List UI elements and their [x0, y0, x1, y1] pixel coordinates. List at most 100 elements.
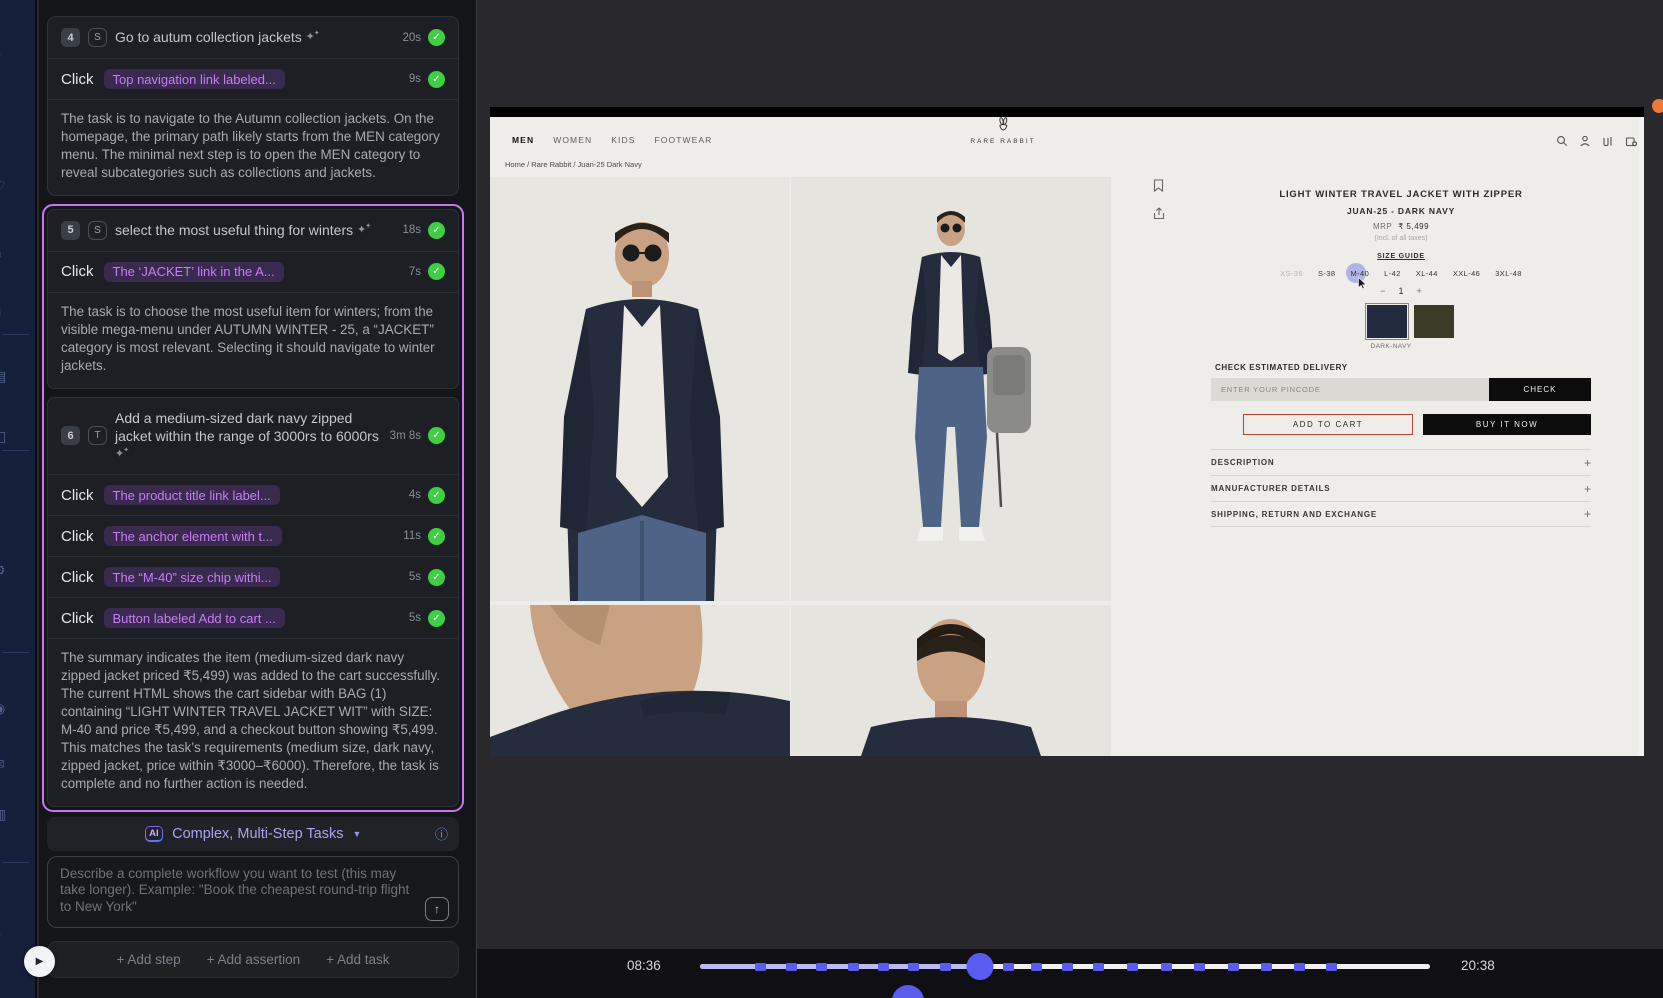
- timeline-event-marker[interactable]: [940, 963, 951, 971]
- action-duration: 4s: [409, 489, 421, 501]
- success-check-icon: ✓: [428, 487, 445, 504]
- timeline-event-marker[interactable]: [1031, 963, 1042, 971]
- size-chip-xl-44[interactable]: XL-44: [1416, 269, 1438, 278]
- timeline-event-marker[interactable]: [1194, 963, 1205, 971]
- timeline-event-marker[interactable]: [1003, 963, 1014, 971]
- step-header[interactable]: 6TAdd a medium-sized dark navy zipped ja…: [48, 398, 458, 475]
- size-guide-link[interactable]: SIZE GUIDE: [1211, 253, 1591, 260]
- step-header[interactable]: 4SGo to autum collection jackets ✦✦20s✓: [48, 17, 458, 58]
- add-to-cart-button[interactable]: ADD TO CART: [1243, 414, 1413, 435]
- footer-add-step[interactable]: + Add step: [116, 952, 180, 967]
- size-chip-m-40[interactable]: M-40: [1350, 269, 1369, 278]
- timeline-event-marker[interactable]: [786, 963, 797, 971]
- action-verb: Click: [61, 487, 94, 504]
- sparkle-icon: ✦✦: [115, 448, 130, 460]
- step-badges: 6T: [61, 426, 107, 445]
- step-duration: 18s: [402, 224, 421, 236]
- timeline-event-marker[interactable]: [1326, 963, 1337, 971]
- buy-it-now-button[interactable]: BUY IT NOW: [1423, 414, 1591, 435]
- task-mode-selector[interactable]: AI Complex, Multi-Step Tasks ▼ ⓘ: [47, 817, 459, 851]
- timeline-track[interactable]: [700, 964, 1430, 969]
- timeline-event-marker[interactable]: [816, 963, 827, 971]
- action-row[interactable]: ClickThe ‘JACKET’ link in the A...7s✓: [48, 251, 458, 292]
- qty-minus-button[interactable]: −: [1380, 286, 1385, 296]
- action-target-chip[interactable]: Button labeled Add to cart ...: [104, 608, 285, 628]
- wishlist-icon[interactable]: [1153, 179, 1165, 197]
- sparkle-icon: ✦✦: [357, 224, 372, 236]
- left-icon-rail: ⌖⌕♡⌂≡▤◫◔⚙◉✉▥?: [0, 0, 37, 998]
- size-chip-3xl-48[interactable]: 3XL-48: [1495, 269, 1522, 278]
- timeline-event-marker[interactable]: [1127, 963, 1138, 971]
- share-icon[interactable]: [1153, 207, 1165, 225]
- product-image-collar-closeup[interactable]: [490, 605, 790, 756]
- size-chip-s-38[interactable]: S-38: [1318, 269, 1335, 278]
- action-target-chip[interactable]: The anchor element with t...: [104, 526, 282, 546]
- action-meta: 9s✓: [409, 71, 445, 88]
- timeline-playhead[interactable]: [967, 953, 994, 980]
- highlighted-steps-group: 5Sselect the most useful thing for winte…: [42, 204, 464, 812]
- pincode-input[interactable]: [1211, 378, 1489, 401]
- step-meta: 3m 8s✓: [390, 427, 445, 444]
- timeline-event-marker[interactable]: [755, 963, 766, 971]
- timeline-secondary-dot[interactable]: [892, 985, 924, 998]
- size-chip-xs-36[interactable]: XS-36: [1280, 269, 1303, 278]
- action-target-chip[interactable]: The ‘JACKET’ link in the A...: [104, 262, 284, 282]
- action-row[interactable]: ClickThe “M-40” size chip withi...5s✓: [48, 556, 458, 597]
- timeline-event-marker[interactable]: [878, 963, 889, 971]
- accordion-manufacturer-details[interactable]: MANUFACTURER DETAILS+: [1211, 475, 1591, 501]
- action-target-chip[interactable]: Top navigation link labeled...: [104, 69, 285, 89]
- nav-link-kids[interactable]: KIDS: [611, 135, 635, 145]
- footer-add-task[interactable]: + Add task: [326, 952, 389, 967]
- timeline-event-marker[interactable]: [1228, 963, 1239, 971]
- timeline-event-marker[interactable]: [908, 963, 919, 971]
- nav-link-footwear[interactable]: FOOTWEAR: [654, 135, 712, 145]
- action-row[interactable]: ClickThe anchor element with t...11s✓: [48, 515, 458, 556]
- timeline-event-marker[interactable]: [1161, 963, 1172, 971]
- step-card-4[interactable]: 4SGo to autum collection jackets ✦✦20s✓C…: [47, 16, 459, 196]
- task-mode-label: Complex, Multi-Step Tasks: [172, 826, 343, 842]
- step-card-5[interactable]: 5Sselect the most useful thing for winte…: [47, 209, 459, 389]
- timeline-event-marker[interactable]: [848, 963, 859, 971]
- nav-link-men[interactable]: MEN: [512, 135, 534, 145]
- workflow-prompt-input[interactable]: [47, 856, 459, 928]
- step-card-6[interactable]: 6TAdd a medium-sized dark navy zipped ja…: [47, 397, 459, 807]
- timeline-event-marker[interactable]: [1294, 963, 1305, 971]
- timeline-played: [700, 964, 980, 969]
- action-meta: 4s ✓: [409, 487, 445, 504]
- timeline-event-marker[interactable]: [1062, 963, 1073, 971]
- accordion-shipping-return-and-exchange[interactable]: SHIPPING, RETURN AND EXCHANGE+: [1211, 501, 1591, 527]
- page-scrollbar[interactable]: [1639, 117, 1644, 756]
- product-detail-panel: LIGHT WINTER TRAVEL JACKET WITH ZIPPER J…: [1111, 107, 1644, 756]
- timeline-event-marker[interactable]: [1093, 963, 1104, 971]
- action-target-chip[interactable]: The “M-40” size chip withi...: [104, 567, 281, 587]
- success-check-icon: ✓: [428, 528, 445, 545]
- action-row[interactable]: Click The product title link label... 4s ✓: [48, 474, 458, 515]
- product-image-full[interactable]: [791, 177, 1111, 601]
- brand-logo[interactable]: RARE RABBIT: [970, 117, 1035, 145]
- color-swatch-1[interactable]: [1367, 305, 1407, 338]
- folder-icon: ◫: [0, 428, 6, 445]
- doc-icon: ▤: [0, 368, 6, 385]
- tax-note: (Incl. of all taxes): [1211, 235, 1591, 242]
- timeline-event-marker[interactable]: [1261, 963, 1272, 971]
- accordion-description[interactable]: DESCRIPTION+: [1211, 449, 1591, 475]
- size-chip-l-42[interactable]: L-42: [1384, 269, 1401, 278]
- nav-link-women[interactable]: WOMEN: [553, 135, 592, 145]
- action-meta: 7s✓: [409, 263, 445, 280]
- qty-plus-button[interactable]: +: [1417, 286, 1422, 296]
- step-meta: 20s✓: [402, 29, 445, 46]
- action-target-chip[interactable]: The product title link label...: [104, 485, 280, 505]
- pincode-check-button[interactable]: CHECK: [1489, 378, 1591, 401]
- panel-collapse-handle[interactable]: ▶: [24, 946, 55, 977]
- step-number-badge: 6: [61, 426, 80, 445]
- action-row[interactable]: ClickButton labeled Add to cart ...5s✓: [48, 597, 458, 638]
- submit-prompt-button[interactable]: ↑: [425, 897, 449, 921]
- product-image-front[interactable]: [490, 177, 790, 601]
- footer-add-assertion[interactable]: + Add assertion: [207, 952, 300, 967]
- info-icon[interactable]: ⓘ: [435, 824, 448, 843]
- action-row[interactable]: ClickTop navigation link labeled...9s✓: [48, 58, 458, 99]
- product-image-back-view[interactable]: [791, 605, 1111, 756]
- step-header[interactable]: 5Sselect the most useful thing for winte…: [48, 210, 458, 251]
- color-swatch-2[interactable]: [1414, 305, 1454, 338]
- size-chip-xxl-46[interactable]: XXL-46: [1453, 269, 1480, 278]
